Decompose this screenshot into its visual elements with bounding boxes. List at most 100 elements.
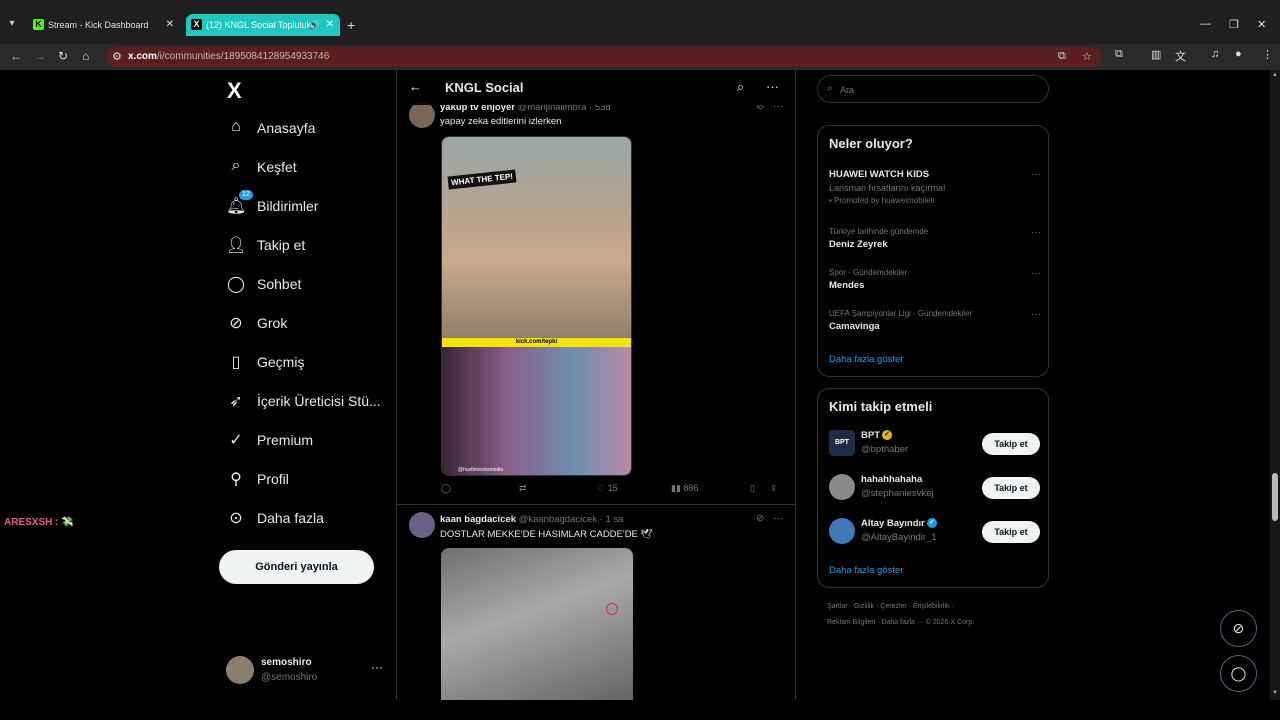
more-icon[interactable]: ··· xyxy=(773,513,783,524)
account-switcher[interactable]: semoshiro @semoshiro ··· xyxy=(226,655,392,687)
home-icon: ⌂ xyxy=(231,118,241,135)
video-watermark: @hustleworksmedia xyxy=(458,467,504,473)
follow-suggestion[interactable]: Altay Bayındır ✓ @AltayBayindir_1 Takip e… xyxy=(829,518,1041,548)
more-icon[interactable]: ··· xyxy=(1031,268,1041,279)
x-logo-icon[interactable]: X xyxy=(227,78,242,104)
back-arrow-icon[interactable]: ← xyxy=(409,79,422,94)
media-control-icon[interactable]: ♫ xyxy=(1211,48,1219,60)
share-icon[interactable]: ⇪ xyxy=(770,483,778,494)
kick-favicon-icon: K xyxy=(33,19,44,30)
tweet-media-video[interactable] xyxy=(441,548,633,700)
trend-item[interactable]: UEFA Şampiyonlar Ligi · Gündemdekiler Ca… xyxy=(829,309,1041,332)
grok-icon: ⊘ xyxy=(229,315,243,332)
follow-suggestion[interactable]: BPT BPT ✓ @bpthaber Takip et xyxy=(829,430,1041,460)
post-button[interactable]: Gönderi yayınla xyxy=(219,550,374,584)
verified-badge-icon: ✓ xyxy=(882,430,892,441)
reload-icon[interactable]: ↻ xyxy=(58,49,68,63)
tab-kick-dashboard[interactable]: K Stream - Kick Dashboard ✕ xyxy=(28,14,180,36)
like-button[interactable]: ♡ 15 xyxy=(597,483,618,494)
community-timeline: ← KNGL Social ⌕ ··· yakup tv enjoyer @ma… xyxy=(396,70,796,700)
tab-x-community[interactable]: X (12) KNGL Social Topluluk 🔊 ✕ xyxy=(186,14,340,36)
trend-item[interactable]: HUAWEI WATCH KIDS Lansman fırsatlarını k… xyxy=(829,169,1041,205)
forward-icon[interactable]: → xyxy=(34,49,46,63)
footer-links[interactable]: Reklam Bilgileri · Daha fazla ··· © 2026… xyxy=(827,619,974,626)
nav-explore[interactable]: ⌕ Keşfet xyxy=(218,153,388,183)
tab-close-icon[interactable]: ✕ xyxy=(326,14,334,36)
scroll-down-icon[interactable]: ▼ xyxy=(1272,690,1278,696)
avatar[interactable] xyxy=(409,512,435,538)
avatar xyxy=(226,656,254,684)
show-more-link[interactable]: Daha fazla göster xyxy=(829,354,903,365)
follow-button[interactable]: Takip et xyxy=(982,477,1040,499)
new-tab-icon[interactable]: + xyxy=(347,18,355,32)
more-icon[interactable]: ··· xyxy=(766,79,779,94)
more-icon[interactable]: ··· xyxy=(1031,169,1041,180)
repost-icon[interactable]: ⇄ xyxy=(519,483,527,494)
trend-item[interactable]: Türkiye tarihinde gündemde Deniz Zeyrek … xyxy=(829,227,1041,250)
nav-history[interactable]: ▯ Geçmiş xyxy=(218,348,388,378)
grok-fab-icon[interactable]: ⊘ xyxy=(1220,610,1257,647)
more-icon[interactable]: ··· xyxy=(1031,227,1041,238)
stream-chat-overlay: ARESXSH : 💸 xyxy=(4,517,74,528)
back-icon[interactable]: ← xyxy=(10,49,22,63)
trend-item[interactable]: Spor · Gündemdekiler Mendes ··· xyxy=(829,268,1041,291)
extensions-icon[interactable]: ⧉ xyxy=(1115,48,1123,61)
like-count: 15 xyxy=(607,483,618,493)
tweet-author[interactable]: kaan bagdacicek @kaanbagdacicek · 1 sa xyxy=(440,514,623,525)
profile-avatar-icon[interactable]: ● xyxy=(1235,48,1242,60)
speaker-icon[interactable]: 🔊 xyxy=(309,14,320,36)
follow-button[interactable]: Takip et xyxy=(982,521,1040,543)
tweet-media-video[interactable]: WHAT THE TEP! kick.com/tepki @hustlework… xyxy=(441,136,632,476)
nav-profile[interactable]: ⚲ Profil xyxy=(218,465,388,495)
bookmark-icon[interactable]: ▯ xyxy=(750,483,755,494)
search-box[interactable]: ⌕ xyxy=(817,75,1049,103)
tweet[interactable]: kaan bagdacicek @kaanbagdacicek · 1 sa ⊘… xyxy=(397,512,795,700)
tab-close-icon[interactable]: ✕ xyxy=(166,14,174,36)
trash-extension-icon[interactable]: ▥ xyxy=(1151,48,1161,61)
home-icon[interactable]: ⌂ xyxy=(82,49,89,63)
avatar[interactable] xyxy=(409,102,435,128)
grok-icon[interactable]: ⊘ xyxy=(756,513,764,524)
nav-more[interactable]: ⊙ Daha fazla xyxy=(218,504,388,534)
follow-button[interactable]: Takip et xyxy=(982,433,1040,455)
scroll-up-icon[interactable]: ▲ xyxy=(1272,72,1278,78)
view-count: 886 xyxy=(683,483,699,493)
nav-home[interactable]: ⌂ Anasayfa xyxy=(218,114,388,144)
nav-follow[interactable]: 👤︎ Takip et xyxy=(218,231,388,261)
search-icon[interactable]: ⌕ xyxy=(737,79,744,95)
nav-chat[interactable]: ◯ Sohbet xyxy=(218,270,388,300)
more-icon[interactable]: ··· xyxy=(1031,309,1041,320)
follow-suggestion[interactable]: hahahhahaha @stephaniesvkej Takip et xyxy=(829,474,1041,504)
address-bar[interactable]: ⚙ x.com/i/communities/189508412895493374… xyxy=(106,47,1102,67)
profile-name: semoshiro xyxy=(261,657,312,668)
show-more-link[interactable]: Daha fazla göster xyxy=(829,565,903,576)
translate-icon[interactable]: 文 xyxy=(1175,48,1186,64)
nav-grok[interactable]: ⊘ Grok xyxy=(218,309,388,339)
search-input[interactable] xyxy=(840,82,1040,98)
footer-links[interactable]: Şartlar · Gizlilik · Çerezler · Erişileb… xyxy=(827,603,954,610)
nav-premium[interactable]: ✓ Premium xyxy=(218,426,388,456)
tweet[interactable]: yakup tv enjoyer @manjinalimbra · 53d ⊘ … xyxy=(397,98,795,503)
site-info-icon[interactable]: ⚙ xyxy=(112,50,122,63)
stream-logo: WHAT THE TEP! xyxy=(447,169,517,190)
messages-fab-icon[interactable]: ◯ xyxy=(1220,655,1257,692)
nav-creator-studio[interactable]: ➶ İçerik Üreticisi Stü... xyxy=(218,387,388,417)
page-scrollbar[interactable]: ▲ ▼ xyxy=(1270,70,1280,700)
x-favicon-icon: X xyxy=(191,19,202,30)
browser-menu-icon[interactable]: ⋮ xyxy=(1262,48,1273,61)
tab-list-chevron-icon[interactable]: ▾ xyxy=(4,16,20,32)
reply-icon[interactable]: ◯ xyxy=(441,483,451,494)
video-frame-bottom: @hustleworksmedia xyxy=(442,347,631,475)
scrollbar-thumb[interactable] xyxy=(1272,473,1278,521)
bookmark-star-icon[interactable]: ☆ xyxy=(1082,50,1092,63)
tweet-actions: ◯ ⇄ ♡ 15 ▮▮ 886 ▯ ⇪ xyxy=(441,483,786,497)
page-title: KNGL Social xyxy=(445,80,524,95)
close-window-icon[interactable]: ✕ xyxy=(1257,18,1266,31)
maximize-icon[interactable]: ❐ xyxy=(1229,18,1239,31)
minimize-icon[interactable]: — xyxy=(1200,18,1211,30)
views-button[interactable]: ▮▮ 886 xyxy=(671,483,698,494)
more-icon[interactable]: ··· xyxy=(371,660,383,674)
install-app-icon[interactable]: ⧉ xyxy=(1058,50,1066,63)
suggestion-handle: @AltayBayindir_1 xyxy=(861,532,937,543)
nav-notifications[interactable]: 🔔︎ 12 Bildirimler xyxy=(218,190,388,222)
